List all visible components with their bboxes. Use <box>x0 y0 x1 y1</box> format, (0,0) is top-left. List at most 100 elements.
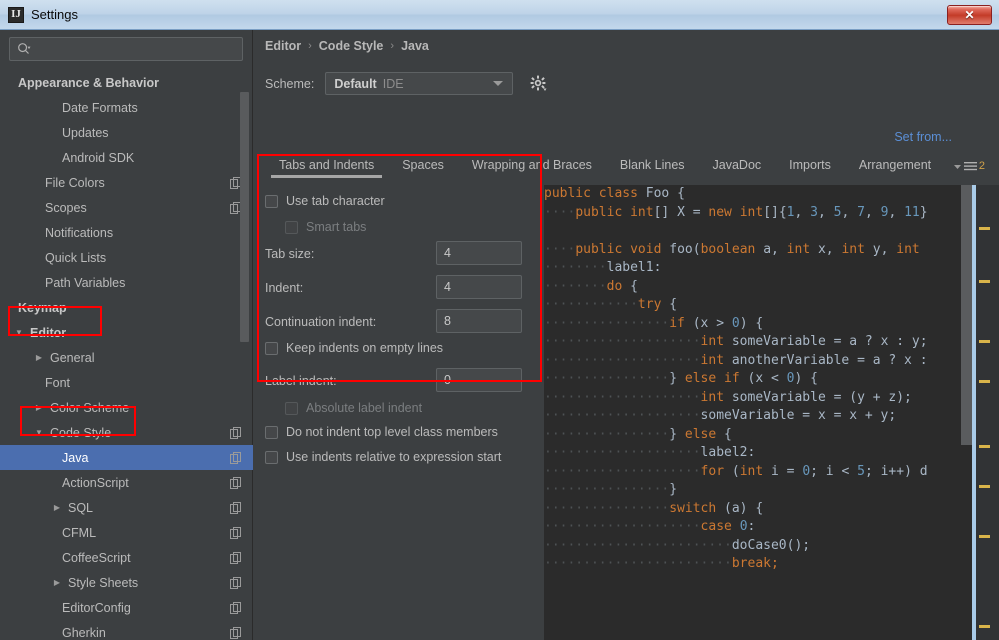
sidebar-item-cfml[interactable]: CFML <box>0 520 253 545</box>
chevron-right-icon[interactable]: ▶ <box>52 578 62 588</box>
sidebar-scrollbar-thumb[interactable] <box>240 92 249 342</box>
code-preview-pane[interactable]: public class Foo {····public int[] X = n… <box>544 185 999 640</box>
sidebar-item-label: CoffeeScript <box>62 550 131 565</box>
code-token: label1: <box>606 260 662 275</box>
code-preview-scrollbar-thumb[interactable] <box>961 185 972 445</box>
keep-indents-on-empty-lines-checkbox[interactable] <box>265 341 278 355</box>
list-icon <box>963 161 977 170</box>
sidebar-item-appearance-behavior[interactable]: Appearance & Behavior <box>0 70 253 95</box>
use-indents-relative-checkbox[interactable] <box>265 450 278 464</box>
indent-input[interactable] <box>437 276 521 298</box>
code-line: ····public void foo(boolean a, int x, in… <box>544 241 928 260</box>
sidebar-item-font[interactable]: Font <box>0 370 253 395</box>
code-token: ) { <box>739 315 764 331</box>
do-not-indent-top-level-row[interactable]: Do not indent top level class members <box>265 425 498 439</box>
sidebar-item-label: CFML <box>62 525 97 540</box>
set-from-link[interactable]: Set from... <box>894 130 952 144</box>
sidebar-item-general[interactable]: ▶ General <box>0 345 253 370</box>
gear-icon[interactable] <box>528 74 548 94</box>
tab-blank-lines[interactable]: Blank Lines <box>606 158 699 178</box>
sidebar-item-java[interactable]: Java <box>0 445 253 470</box>
code-token: someVariable = (y + z); <box>731 389 912 405</box>
settings-dialog: IJ Settings ✕ Appearance & Behavior Date … <box>0 0 999 640</box>
sidebar-item-editorconfig[interactable]: EditorConfig <box>0 595 253 620</box>
label-indent-field[interactable] <box>436 368 522 392</box>
absolute-label-indent-row[interactable]: Absolute label indent <box>285 401 422 415</box>
sidebar-item-coffeescript[interactable]: CoffeeScript <box>0 545 253 570</box>
do-not-indent-top-level-checkbox[interactable] <box>265 425 278 439</box>
sidebar-item-sql[interactable]: ▶ SQL <box>0 495 253 520</box>
code-token: , <box>864 204 881 220</box>
tab-wrapping-and-braces[interactable]: Wrapping and Braces <box>458 158 606 178</box>
sidebar-item-android-sdk[interactable]: Android SDK <box>0 145 253 170</box>
sidebar-item-label: SQL <box>68 500 94 515</box>
tab-overflow-count: 2 <box>978 160 985 172</box>
code-token: ···················· <box>544 389 701 405</box>
continuation-indent-field[interactable] <box>436 309 522 333</box>
sidebar-item-editor[interactable]: ▼ Editor <box>0 320 253 345</box>
code-token: int <box>896 241 928 257</box>
label-indent-label: Label indent: <box>265 374 337 388</box>
code-token: } <box>669 371 685 386</box>
close-icon[interactable]: ✕ <box>947 5 992 25</box>
code-token: { <box>669 297 678 312</box>
tab-size-input[interactable] <box>437 242 521 264</box>
code-token: int <box>700 389 732 405</box>
code-token: a, <box>763 241 787 257</box>
code-line: ················if (x > 0) { <box>544 315 928 334</box>
sidebar-item-quick-lists[interactable]: Quick Lists <box>0 245 253 270</box>
chevron-down-icon[interactable]: ▼ <box>14 328 24 338</box>
tab-spaces[interactable]: Spaces <box>388 158 458 178</box>
use-tab-character-row[interactable]: Use tab character <box>265 194 385 208</box>
search-box[interactable] <box>9 37 243 61</box>
change-marker <box>979 340 990 343</box>
search-icon <box>17 42 31 56</box>
sidebar-item-style-sheets[interactable]: ▶ Style Sheets <box>0 570 253 595</box>
use-tab-character-checkbox[interactable] <box>265 194 278 208</box>
code-token: ···················· <box>544 445 701 460</box>
absolute-label-indent-checkbox[interactable] <box>285 401 298 415</box>
sidebar-item-actionscript[interactable]: ActionScript <box>0 470 253 495</box>
tab-arrangement[interactable]: Arrangement <box>845 158 945 178</box>
code-token: int <box>700 334 732 349</box>
sidebar-item-keymap[interactable]: Keymap <box>0 295 253 320</box>
keep-indents-on-empty-lines-row[interactable]: Keep indents on empty lines <box>265 341 443 355</box>
sidebar-item-notifications[interactable]: Notifications <box>0 220 253 245</box>
code-preview-text: public class Foo {····public int[] X = n… <box>544 185 928 574</box>
label-indent-input[interactable] <box>437 369 521 391</box>
code-token: ················ <box>544 315 670 331</box>
search-input[interactable] <box>31 42 242 56</box>
code-token: ; i < <box>810 463 858 479</box>
scheme-scope: IDE <box>382 76 404 91</box>
sidebar-item-scopes[interactable]: Scopes <box>0 195 253 220</box>
sidebar-item-path-variables[interactable]: Path Variables <box>0 270 253 295</box>
smart-tabs-row[interactable]: Smart tabs <box>285 220 366 234</box>
breadcrumb-editor[interactable]: Editor <box>265 39 301 53</box>
breadcrumb-code-style[interactable]: Code Style <box>319 39 384 53</box>
sidebar-item-color-scheme[interactable]: ▶ Color Scheme <box>0 395 253 420</box>
tab-size-field[interactable] <box>436 241 522 265</box>
tab-javadoc[interactable]: JavaDoc <box>699 158 776 178</box>
chevron-right-icon[interactable]: ▶ <box>52 503 62 513</box>
sidebar-item-code-style[interactable]: ▼ Code Style <box>0 420 253 445</box>
code-line: ················} else { <box>544 426 928 445</box>
tab-tabs-and-indents[interactable]: Tabs and Indents <box>265 158 388 178</box>
sidebar-item-date-formats[interactable]: Date Formats <box>0 95 253 120</box>
indent-field[interactable] <box>436 275 522 299</box>
sidebar-item-updates[interactable]: Updates <box>0 120 253 145</box>
sidebar-item-label: Path Variables <box>45 275 126 290</box>
tab-imports[interactable]: Imports <box>775 158 845 178</box>
chevron-right-icon[interactable]: ▶ <box>34 353 44 363</box>
smart-tabs-checkbox[interactable] <box>285 220 298 234</box>
chevron-down-icon[interactable]: ▼ <box>34 428 44 438</box>
breadcrumb-java[interactable]: Java <box>401 39 429 53</box>
use-indents-relative-row[interactable]: Use indents relative to expression start <box>265 450 501 464</box>
sidebar-item-label: Notifications <box>45 225 114 240</box>
tab-overflow-button[interactable]: 2 <box>953 160 985 172</box>
sidebar-item-file-colors[interactable]: File Colors <box>0 170 253 195</box>
scheme-dropdown[interactable]: Default IDE <box>325 72 514 95</box>
chevron-right-icon[interactable]: ▶ <box>34 403 44 413</box>
sidebar-item-gherkin[interactable]: Gherkin <box>0 620 253 640</box>
continuation-indent-input[interactable] <box>437 310 521 332</box>
